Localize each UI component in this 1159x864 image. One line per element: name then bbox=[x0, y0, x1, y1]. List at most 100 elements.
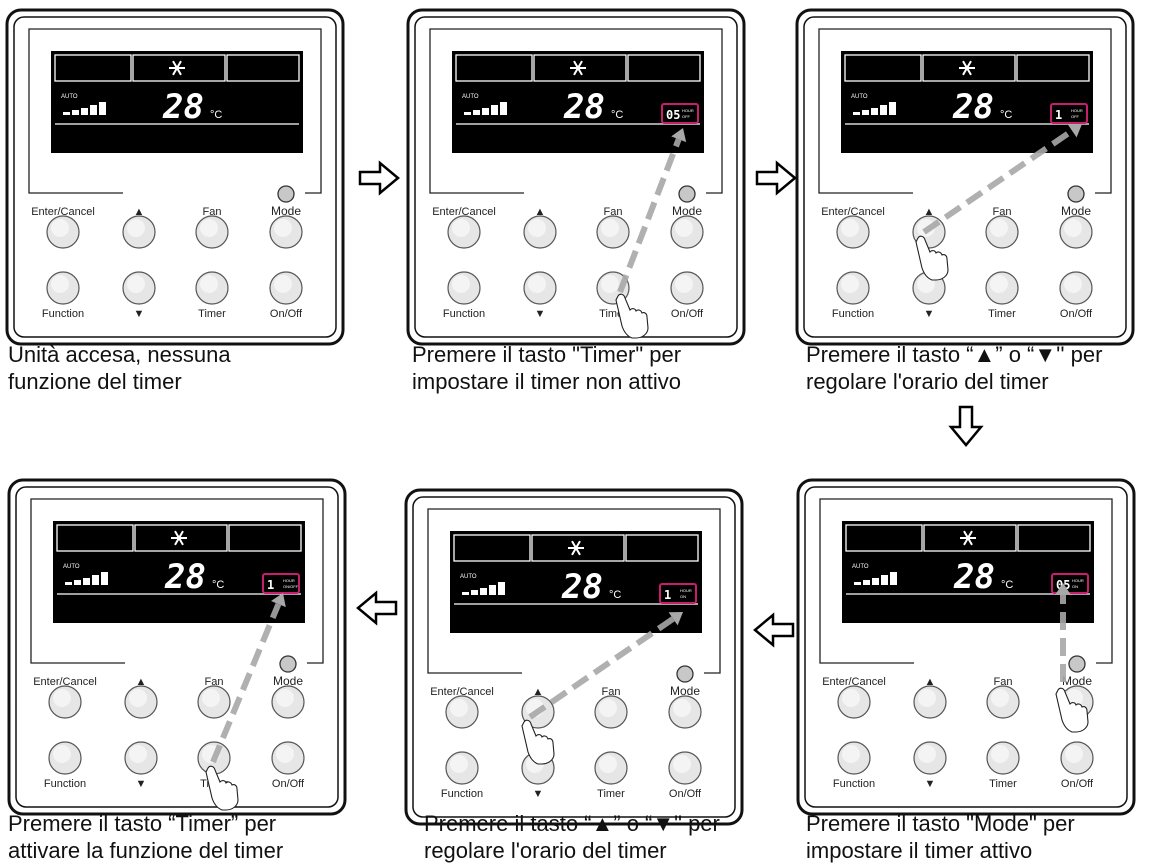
status-led bbox=[277, 185, 295, 203]
label-down: ▼ bbox=[925, 778, 936, 790]
on-off-button[interactable] bbox=[668, 751, 702, 785]
controller-panel-step-5: AUTO 28 °C 1 HOUR ON Enter/Cancel ▲ Fan Mode Funct… bbox=[404, 488, 744, 828]
caption-line: Premere il tasto "Mode" per bbox=[806, 811, 1075, 836]
down-button[interactable] bbox=[913, 741, 947, 775]
on-off-button[interactable] bbox=[1060, 741, 1094, 775]
up-button[interactable] bbox=[913, 685, 947, 719]
timer-hours: 1 bbox=[267, 578, 274, 592]
timer-status-label: ON/OFF bbox=[283, 584, 299, 589]
caption-line: attivare la funzione del timer bbox=[8, 838, 284, 863]
temperature-value: 28 bbox=[164, 557, 206, 597]
temperature-unit: °C bbox=[1000, 109, 1012, 121]
temperature-value: 28 bbox=[563, 87, 605, 127]
mode-button[interactable] bbox=[271, 685, 305, 719]
lcd-display: AUTO 28 °C 05 HOUROFF bbox=[452, 51, 704, 153]
timer-hour-label: HOUR bbox=[1071, 108, 1083, 113]
on-off-button[interactable] bbox=[271, 741, 305, 775]
status-led bbox=[676, 665, 694, 683]
temperature-unit: °C bbox=[609, 589, 621, 601]
function-button[interactable] bbox=[447, 271, 481, 305]
down-button[interactable] bbox=[523, 271, 557, 305]
up-button[interactable] bbox=[122, 215, 156, 249]
on-off-button[interactable] bbox=[269, 271, 303, 305]
status-led bbox=[1068, 655, 1086, 673]
fan-button[interactable] bbox=[985, 215, 1019, 249]
caption-line: Premere il tasto “Timer” per bbox=[8, 811, 277, 836]
auto-label: AUTO bbox=[851, 94, 868, 100]
auto-label: AUTO bbox=[61, 94, 78, 100]
status-led bbox=[678, 185, 696, 203]
controller-svg: AUTO 28 °C 1 HOURONEnter/Cancel ▲ Fan ModeFunct… bbox=[404, 488, 744, 826]
auto-label: AUTO bbox=[852, 564, 869, 570]
lcd-display: AUTO 28 °C bbox=[51, 51, 303, 153]
caption-step-5: Premere il tasto “▲” o “▼" per regolare … bbox=[424, 810, 720, 864]
flow-arrow-down-icon bbox=[948, 405, 984, 447]
timer-button[interactable] bbox=[985, 271, 1019, 305]
label-timer: Timer bbox=[198, 308, 226, 320]
mode-button[interactable] bbox=[1059, 215, 1093, 249]
fan-button[interactable] bbox=[986, 685, 1020, 719]
controller-panel-step-4: AUTO 28 °C 1 HOUR ON/OFF Enter/Cancel ▲ Fan Mode F… bbox=[7, 478, 347, 818]
controller-svg: AUTO 28 °C 05 HOUROFFEnter/Cancel ▲ Fan ModeFun… bbox=[406, 8, 746, 346]
timer-button[interactable] bbox=[594, 751, 628, 785]
enter-cancel-button[interactable] bbox=[48, 685, 82, 719]
caption-line: Premere il tasto “▲” o “▼'' per bbox=[806, 342, 1103, 367]
enter-cancel-button[interactable] bbox=[836, 215, 870, 249]
label-on-off: On/Off bbox=[1060, 308, 1093, 320]
up-button[interactable] bbox=[523, 215, 557, 249]
on-off-button[interactable] bbox=[670, 271, 704, 305]
label-down: ▼ bbox=[134, 308, 145, 320]
temperature-unit: °C bbox=[1001, 579, 1013, 591]
timer-status-label: OFF bbox=[1071, 114, 1080, 119]
enter-cancel-button[interactable] bbox=[837, 685, 871, 719]
function-button[interactable] bbox=[836, 271, 870, 305]
controller-panel-step-2: AUTO 28 °C 05 HOUR OFF Enter/Cancel ▲ Fan Mode Fun… bbox=[406, 8, 746, 348]
fan-button[interactable] bbox=[594, 695, 628, 729]
label-timer: Timer bbox=[989, 778, 1017, 790]
status-led bbox=[279, 655, 297, 673]
function-button[interactable] bbox=[837, 741, 871, 775]
enter-cancel-button[interactable] bbox=[46, 215, 80, 249]
caption-line: funzione del timer bbox=[8, 369, 182, 394]
up-button[interactable] bbox=[124, 685, 158, 719]
function-button[interactable] bbox=[48, 741, 82, 775]
timer-hour-label: HOUR bbox=[680, 588, 692, 593]
auto-label: AUTO bbox=[63, 564, 80, 570]
caption-step-6: Premere il tasto "Mode" per impostare il… bbox=[806, 810, 1075, 864]
temperature-unit: °C bbox=[210, 109, 222, 121]
down-button[interactable] bbox=[124, 741, 158, 775]
caption-step-1: Unità accesa, nessuna funzione del timer bbox=[8, 341, 231, 395]
caption-line: impostare il timer attivo bbox=[806, 838, 1033, 863]
label-function: Function bbox=[441, 788, 483, 800]
timer-button[interactable] bbox=[986, 741, 1020, 775]
timer-button[interactable] bbox=[195, 271, 229, 305]
label-function: Function bbox=[42, 308, 84, 320]
caption-step-2: Premere il tasto "Timer" per impostare i… bbox=[412, 341, 681, 395]
fan-button[interactable] bbox=[197, 685, 231, 719]
caption-line: Unità accesa, nessuna bbox=[8, 342, 231, 367]
controller-svg: AUTO 28 °CEnter/Cancel ▲ Fan ModeFunction ▼ Tim… bbox=[5, 8, 345, 346]
label-on-off: On/Off bbox=[270, 308, 303, 320]
label-on-off: On/Off bbox=[671, 308, 704, 320]
function-button[interactable] bbox=[445, 751, 479, 785]
fan-button[interactable] bbox=[195, 215, 229, 249]
caption-line: impostare il timer non attivo bbox=[412, 369, 681, 394]
timer-hours: 1 bbox=[1055, 108, 1062, 122]
temperature-value: 28 bbox=[162, 87, 204, 127]
enter-cancel-button[interactable] bbox=[445, 695, 479, 729]
mode-button[interactable] bbox=[670, 215, 704, 249]
mode-button[interactable] bbox=[668, 695, 702, 729]
enter-cancel-button[interactable] bbox=[447, 215, 481, 249]
flow-arrow-left-icon bbox=[753, 612, 795, 648]
label-function: Function bbox=[832, 308, 874, 320]
fan-button[interactable] bbox=[596, 215, 630, 249]
flow-arrow-left-icon bbox=[356, 590, 398, 626]
function-button[interactable] bbox=[46, 271, 80, 305]
flow-arrow-right-icon bbox=[755, 160, 797, 196]
auto-label: AUTO bbox=[460, 574, 477, 580]
down-button[interactable] bbox=[122, 271, 156, 305]
lcd-display: AUTO 28 °C 1 HOURON/OFF bbox=[53, 521, 305, 623]
on-off-button[interactable] bbox=[1059, 271, 1093, 305]
mode-button[interactable] bbox=[269, 215, 303, 249]
temperature-value: 28 bbox=[953, 557, 995, 597]
